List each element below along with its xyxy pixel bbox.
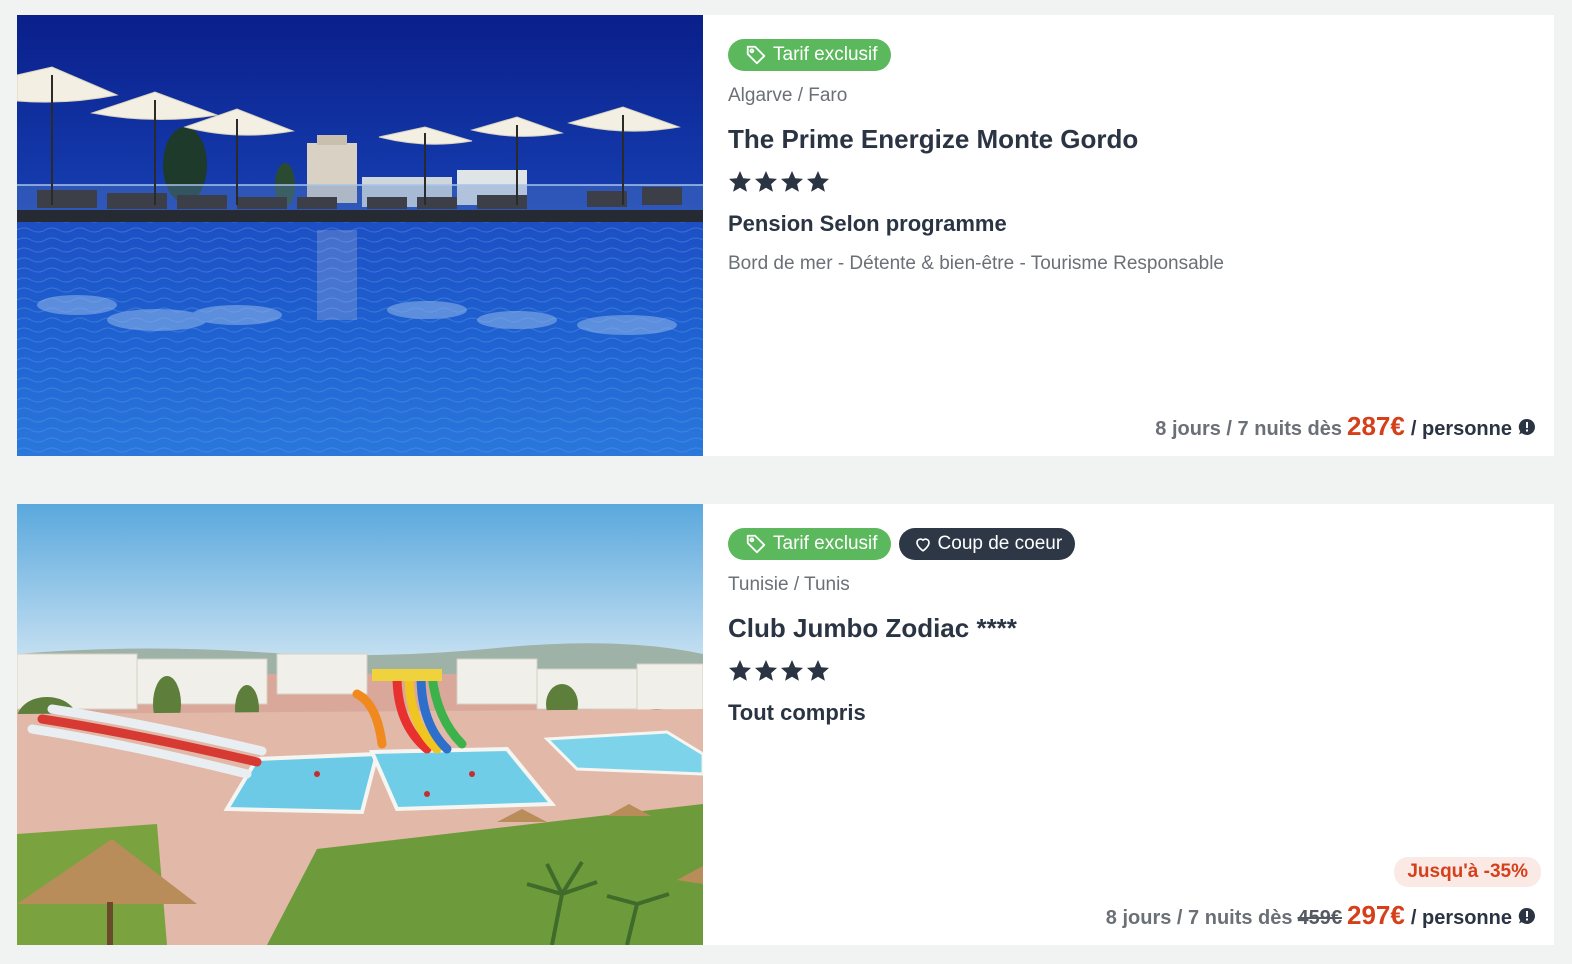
badge-list: Tarif exclusif bbox=[728, 39, 1554, 71]
theme-tags: Bord de mer - Détente & bien-être - Tour… bbox=[728, 253, 1225, 274]
price-value: 297€ bbox=[1347, 900, 1405, 930]
badge-label: Coup de coeur bbox=[937, 533, 1063, 554]
hotel-name-link[interactable]: The Prime Energize Monte Gordo bbox=[728, 124, 1554, 156]
hotel-card[interactable]: Tarif exclusif Algarve / Faro The Prime … bbox=[17, 15, 1554, 456]
hotel-name-link[interactable]: Club Jumbo Zodiac **** bbox=[728, 613, 1554, 645]
price-unit: / personne bbox=[1410, 418, 1512, 440]
stay-duration: 8 jours / 7 nuits dès bbox=[1155, 418, 1343, 440]
board-type: Pension Selon programme bbox=[728, 211, 1007, 236]
price-line: 8 jours / 7 nuits dès 459€ 297€ / person… bbox=[1106, 900, 1536, 931]
price-line: 8 jours / 7 nuits dès 287€ / personne bbox=[1155, 411, 1536, 442]
star-icon bbox=[754, 170, 778, 198]
star-icon bbox=[806, 170, 830, 198]
star-rating bbox=[728, 170, 1554, 198]
board-type: Tout compris bbox=[728, 700, 866, 725]
exclusive-rate-badge: Tarif exclusif bbox=[728, 39, 891, 71]
price-unit: / personne bbox=[1410, 907, 1512, 929]
heart-icon bbox=[914, 535, 932, 553]
badge-label: Tarif exclusif bbox=[773, 533, 878, 554]
stay-duration: 8 jours / 7 nuits dès bbox=[1105, 907, 1293, 929]
hotel-card[interactable]: Tarif exclusif Coup de coeur Tunisie / T… bbox=[17, 504, 1554, 945]
destination-label: Algarve / Faro bbox=[728, 85, 848, 106]
hotel-photo[interactable] bbox=[17, 15, 703, 456]
star-icon bbox=[728, 170, 752, 198]
hotel-info: Tarif exclusif Coup de coeur Tunisie / T… bbox=[703, 504, 1554, 945]
hotel-photo[interactable] bbox=[17, 504, 703, 945]
star-rating bbox=[728, 659, 1554, 687]
star-icon bbox=[780, 659, 804, 687]
destination-label: Tunisie / Tunis bbox=[728, 574, 850, 595]
star-icon bbox=[754, 659, 778, 687]
star-icon bbox=[806, 659, 830, 687]
info-icon[interactable] bbox=[1518, 418, 1536, 436]
tag-icon bbox=[745, 44, 767, 66]
favorite-badge: Coup de coeur bbox=[898, 528, 1076, 560]
exclusive-rate-badge: Tarif exclusif bbox=[728, 528, 891, 560]
hotel-info: Tarif exclusif Algarve / Faro The Prime … bbox=[703, 15, 1554, 456]
old-price: 459€ bbox=[1297, 907, 1343, 929]
price-value: 287€ bbox=[1347, 411, 1405, 441]
badge-list: Tarif exclusif Coup de coeur bbox=[728, 528, 1554, 560]
badge-label: Tarif exclusif bbox=[773, 44, 878, 65]
tag-icon bbox=[745, 533, 767, 555]
star-icon bbox=[728, 659, 752, 687]
discount-badge: Jusqu'à -35% bbox=[1394, 857, 1541, 887]
info-icon[interactable] bbox=[1518, 907, 1536, 925]
star-icon bbox=[780, 170, 804, 198]
